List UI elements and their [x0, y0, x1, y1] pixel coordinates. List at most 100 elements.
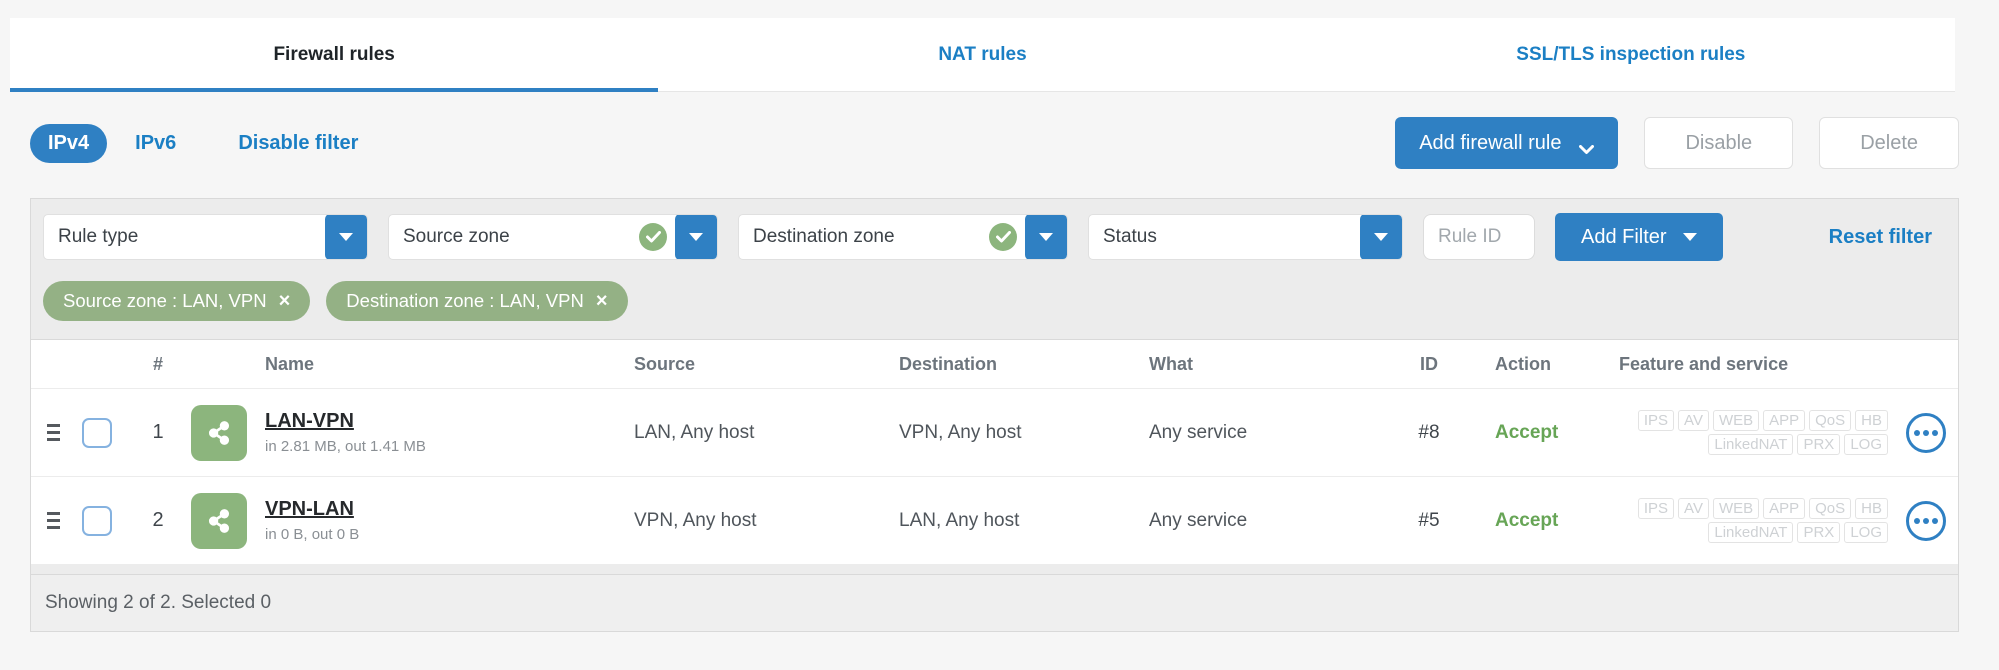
- firewall-rules-table: # Name Source Destination What ID Action…: [31, 339, 1958, 564]
- feature-badge-ips: IPS: [1637, 410, 1675, 431]
- rule-destination: VPN, Any host: [899, 421, 1022, 443]
- tab-firewall-rules[interactable]: Firewall rules: [10, 18, 659, 92]
- chevron-down-icon: [1682, 233, 1697, 241]
- column-header-name: Name: [265, 353, 315, 374]
- status-filter[interactable]: Status: [1088, 214, 1403, 260]
- chevron-down-icon: [1039, 233, 1053, 241]
- source-zone-filter-chip: Source zone : LAN, VPN ×: [43, 281, 311, 321]
- tab-ssl-tls-inspection-rules-label: SSL/TLS inspection rules: [1516, 43, 1746, 65]
- chevron-down-icon: [339, 233, 353, 241]
- feature-badge-log: LOG: [1844, 434, 1888, 455]
- table-row: 2 VPN-LAN in 0 B, out 0 B VPN, Any host …: [31, 476, 1958, 564]
- rule-type-filter-label: Rule type: [58, 226, 139, 247]
- check-circle-icon: [639, 223, 667, 251]
- rule-id: #5: [1418, 509, 1440, 531]
- disable-button[interactable]: Disable: [1644, 117, 1794, 169]
- feature-badge-app: APP: [1763, 410, 1806, 431]
- drag-handle-icon[interactable]: [31, 424, 69, 441]
- row-checkbox[interactable]: [82, 417, 112, 448]
- add-firewall-rule-button[interactable]: Add firewall rule: [1395, 117, 1619, 169]
- feature-badge-linkednat: LinkedNAT: [1708, 522, 1794, 543]
- status-filter-label: Status: [1103, 226, 1157, 247]
- ipv4-toggle[interactable]: IPv4: [30, 123, 108, 163]
- source-zone-filter[interactable]: Source zone: [388, 214, 718, 260]
- table-header-row: # Name Source Destination What ID Action…: [31, 340, 1958, 388]
- rule-type-dropdown-button[interactable]: [325, 215, 367, 259]
- source-zone-dropdown-button[interactable]: [675, 215, 717, 259]
- rule-destination: LAN, Any host: [899, 509, 1020, 531]
- filter-row: Rule type Source zone Destination zone S…: [31, 199, 1958, 271]
- chevron-down-icon: [1374, 233, 1388, 241]
- feature-badges: IPS AV WEB APP QoS HB LinkedNAT PRX LOG: [1594, 410, 1894, 455]
- rule-type-share-icon[interactable]: [191, 492, 247, 549]
- feature-badge-app: APP: [1763, 498, 1806, 519]
- column-header-what: What: [1149, 353, 1193, 374]
- feature-badge-web: WEB: [1712, 410, 1760, 431]
- disable-filter-link[interactable]: Disable filter: [238, 132, 358, 155]
- active-filter-chips: Source zone : LAN, VPN × Destination zon…: [31, 271, 1958, 339]
- firewall-rules-panel: Rule type Source zone Destination zone S…: [30, 198, 1959, 632]
- destination-zone-filter-label: Destination zone: [753, 226, 895, 247]
- column-header-id: ID: [1420, 353, 1438, 374]
- feature-badges: IPS AV WEB APP QoS HB LinkedNAT PRX LOG: [1594, 498, 1894, 543]
- chevron-down-icon: [1579, 138, 1595, 154]
- close-icon[interactable]: ×: [279, 291, 291, 311]
- rule-name-link[interactable]: LAN-VPN: [265, 410, 354, 433]
- ipv6-toggle[interactable]: IPv6: [135, 132, 176, 155]
- destination-zone-dropdown-button[interactable]: [1025, 215, 1067, 259]
- column-header-destination: Destination: [899, 353, 998, 374]
- row-checkbox[interactable]: [82, 505, 112, 536]
- rule-action-status: Accept: [1495, 421, 1559, 443]
- rule-source: LAN, Any host: [634, 421, 755, 443]
- feature-badge-hb: HB: [1855, 498, 1888, 519]
- table-summary: Showing 2 of 2. Selected 0: [31, 574, 1958, 631]
- add-filter-button[interactable]: Add Filter: [1555, 213, 1723, 261]
- rule-type-share-icon[interactable]: [191, 404, 247, 461]
- rule-name-link[interactable]: VPN-LAN: [265, 498, 354, 521]
- feature-badge-prx: PRX: [1797, 434, 1841, 455]
- rule-position: 2: [152, 509, 164, 531]
- column-header-action: Action: [1495, 353, 1551, 374]
- destination-zone-filter[interactable]: Destination zone: [738, 214, 1068, 260]
- feature-badge-linkednat: LinkedNAT: [1708, 434, 1794, 455]
- tab-nat-rules-label: NAT rules: [938, 43, 1027, 65]
- feature-badge-ips: IPS: [1637, 498, 1675, 519]
- feature-badge-hb: HB: [1855, 410, 1888, 431]
- rule-action-status: Accept: [1495, 509, 1559, 531]
- column-header-number: #: [152, 353, 163, 374]
- rule-traffic-stats: in 2.81 MB, out 1.41 MB: [265, 438, 426, 455]
- drag-handle-icon[interactable]: [31, 512, 69, 529]
- toolbar: IPv4 IPv6 Disable filter Add firewall ru…: [30, 116, 1959, 170]
- tab-firewall-rules-label: Firewall rules: [273, 43, 395, 65]
- more-actions-button[interactable]: [1906, 412, 1946, 453]
- delete-button[interactable]: Delete: [1819, 117, 1959, 169]
- feature-badge-web: WEB: [1712, 498, 1760, 519]
- feature-badge-prx: PRX: [1797, 522, 1841, 543]
- add-firewall-rule-label: Add firewall rule: [1419, 131, 1562, 154]
- rule-what: Any service: [1149, 421, 1248, 443]
- column-header-source: Source: [634, 353, 696, 374]
- rule-id: #8: [1418, 421, 1440, 443]
- feature-badge-av: AV: [1678, 498, 1709, 519]
- rule-tabs: Firewall rules NAT rules SSL/TLS inspect…: [10, 18, 1955, 92]
- rule-id-input[interactable]: [1423, 214, 1535, 260]
- status-dropdown-button[interactable]: [1360, 215, 1402, 259]
- destination-zone-filter-chip: Destination zone : LAN, VPN ×: [326, 281, 628, 321]
- table-row: 1 LAN-VPN in 2.81 MB, out 1.41 MB LAN, A…: [31, 388, 1958, 476]
- source-zone-filter-chip-label: Source zone : LAN, VPN: [63, 290, 267, 311]
- feature-badge-log: LOG: [1844, 522, 1888, 543]
- feature-badge-av: AV: [1678, 410, 1709, 431]
- reset-filter-link[interactable]: Reset filter: [1829, 226, 1932, 249]
- destination-zone-filter-chip-label: Destination zone : LAN, VPN: [346, 290, 584, 311]
- feature-badge-qos: QoS: [1809, 410, 1852, 431]
- more-actions-button[interactable]: [1906, 500, 1946, 541]
- tab-nat-rules[interactable]: NAT rules: [658, 18, 1306, 91]
- rule-type-filter[interactable]: Rule type: [43, 214, 368, 260]
- rule-traffic-stats: in 0 B, out 0 B: [265, 526, 360, 543]
- tab-ssl-tls-inspection-rules[interactable]: SSL/TLS inspection rules: [1307, 18, 1955, 91]
- close-icon[interactable]: ×: [596, 291, 608, 311]
- chevron-down-icon: [689, 233, 703, 241]
- rule-source: VPN, Any host: [634, 509, 757, 531]
- source-zone-filter-label: Source zone: [403, 226, 510, 247]
- column-header-feature-service: Feature and service: [1619, 353, 1789, 374]
